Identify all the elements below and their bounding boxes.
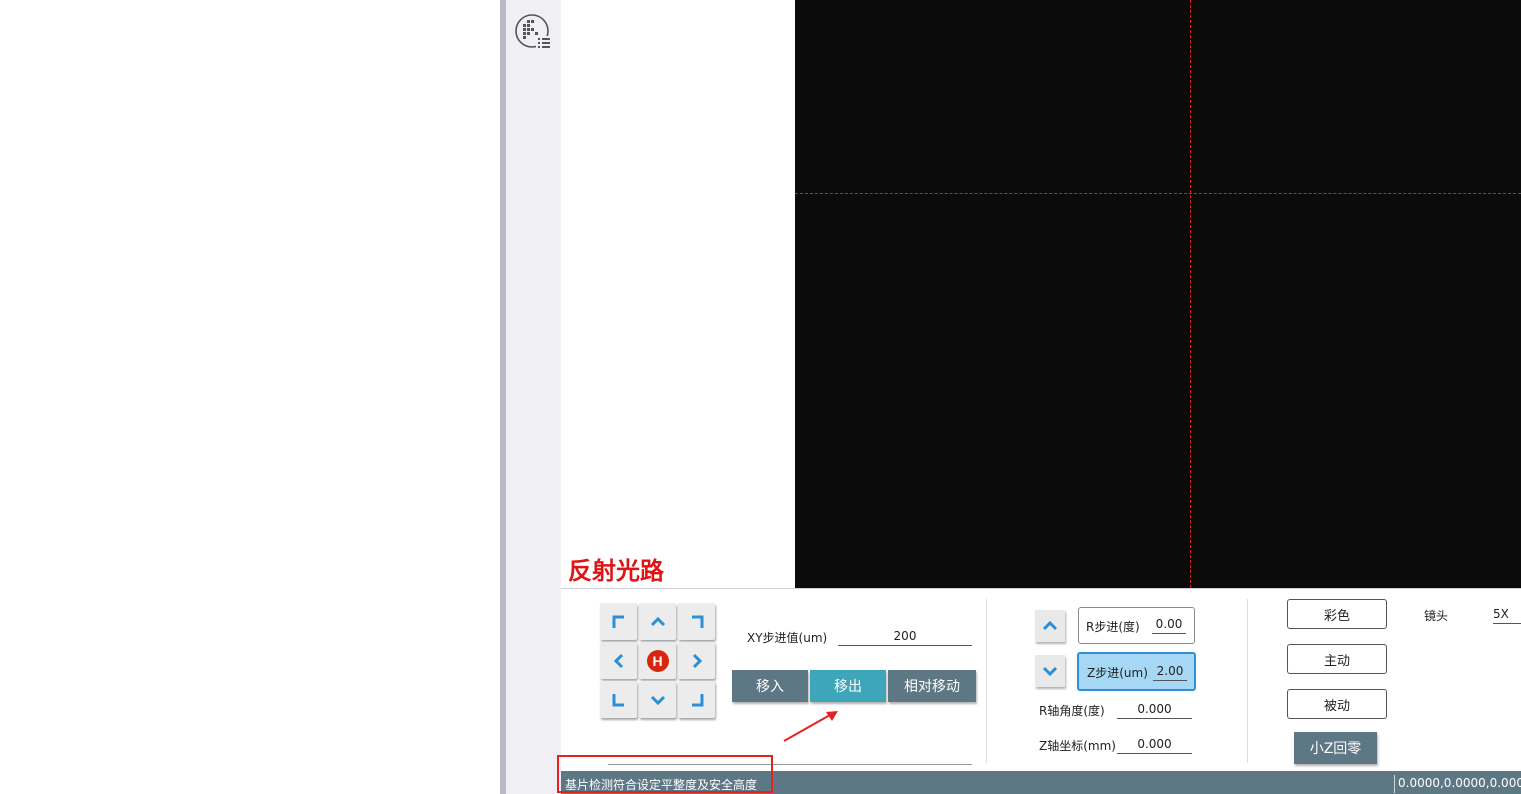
chevron-right-icon: [692, 653, 702, 668]
z-home-button[interactable]: 小Z回零: [1294, 732, 1377, 764]
jog-right-button[interactable]: [678, 642, 715, 679]
coordinates-readout: 0.0000,0.0000,0.0000,: [1398, 776, 1521, 790]
annotation-highlight-box: [557, 755, 773, 793]
jog-up-left-button[interactable]: [600, 603, 637, 640]
jog-home-button[interactable]: H: [639, 642, 676, 679]
crosshair-vertical: [1190, 0, 1191, 588]
crosshair-horizontal: [795, 193, 1521, 194]
corner-down-right-icon: [691, 693, 703, 706]
chevron-up-icon: [650, 616, 665, 626]
chevron-down-icon: [1042, 666, 1058, 677]
jog-down-button[interactable]: [639, 681, 676, 718]
sidebar: [506, 0, 561, 794]
panel-title: 反射光路: [568, 557, 664, 585]
r-angle-label: R轴角度(度): [1039, 704, 1105, 718]
axis-down-button[interactable]: [1035, 655, 1065, 687]
jog-left-button[interactable]: [600, 642, 637, 679]
home-icon: H: [646, 649, 669, 672]
xy-step-input[interactable]: 200: [838, 627, 972, 646]
jog-up-right-button[interactable]: [678, 603, 715, 640]
active-mode-button[interactable]: 主动: [1287, 644, 1387, 674]
axis-up-button[interactable]: [1035, 610, 1065, 642]
z-step-input[interactable]: 2.00: [1153, 662, 1187, 681]
color-mode-button[interactable]: 彩色: [1287, 599, 1387, 629]
lens-label: 镜头: [1424, 609, 1449, 623]
z-step-box[interactable]: Z步进(um) 2.00: [1077, 652, 1196, 691]
section-divider: [1247, 599, 1248, 763]
lens-select[interactable]: 5X: [1493, 605, 1521, 624]
chevron-up-icon: [1042, 620, 1058, 631]
corner-down-left-icon: [612, 693, 624, 706]
corner-up-right-icon: [691, 615, 703, 628]
relative-move-button[interactable]: 相对移动: [888, 670, 976, 702]
jog-up-button[interactable]: [639, 603, 676, 640]
section-divider: [986, 599, 987, 763]
z-coord-value: 0.000: [1117, 735, 1192, 754]
jog-down-left-button[interactable]: [600, 681, 637, 718]
z-coord-label: Z轴坐标(mm): [1039, 739, 1116, 753]
r-step-input[interactable]: 0.00: [1152, 615, 1186, 634]
r-step-box[interactable]: R步进(度) 0.00: [1078, 607, 1195, 644]
xy-step-label: XY步进值(um): [747, 631, 828, 645]
jog-down-right-button[interactable]: [678, 681, 715, 718]
status-divider: [1394, 775, 1395, 793]
corner-up-left-icon: [612, 615, 624, 628]
r-step-label: R步进(度): [1086, 620, 1140, 634]
camera-view[interactable]: [795, 0, 1521, 588]
chevron-down-icon: [650, 695, 665, 705]
passive-mode-button[interactable]: 被动: [1287, 689, 1387, 719]
move-in-button[interactable]: 移入: [732, 670, 808, 702]
move-out-button[interactable]: 移出: [810, 670, 886, 702]
annotation-arrow-icon: [783, 711, 838, 742]
chevron-left-icon: [613, 653, 623, 668]
optical-path-panel: [562, 0, 795, 588]
z-step-label: Z步进(um): [1087, 666, 1148, 680]
r-angle-value: 0.000: [1117, 700, 1192, 719]
grid-list-icon[interactable]: [514, 13, 552, 51]
